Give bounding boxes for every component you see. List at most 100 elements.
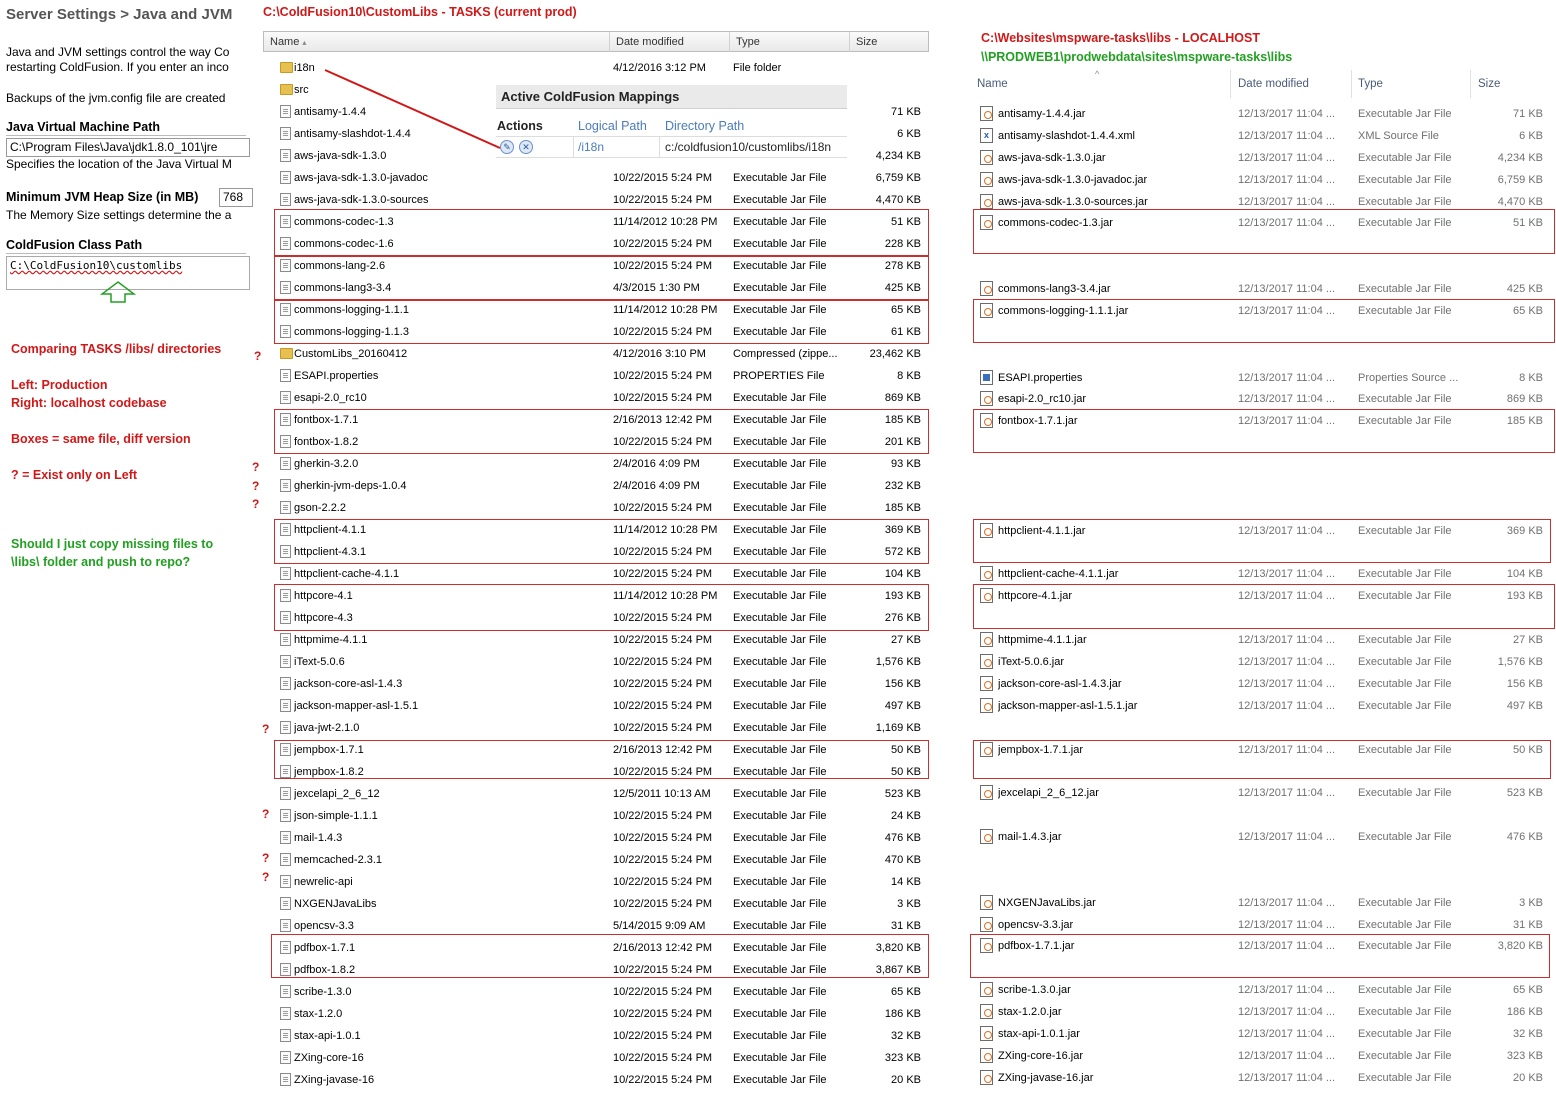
file-name: jexcelapi_2_6_12.jar	[998, 787, 1099, 800]
left-file-row[interactable]: jexcelapi_2_6_12 12/5/2011 10:13 AM Execut…	[276, 784, 926, 804]
column-header-date[interactable]: Date modified	[1238, 78, 1309, 90]
divider	[659, 137, 660, 157]
left-file-row[interactable]: memcached-2.3.1 10/22/2015 5:24 PM Executa…	[276, 850, 926, 870]
right-file-row[interactable]: stax-api-1.0.1.jar 12/13/2017 11:04 ... Ex…	[978, 1024, 1548, 1044]
file-icon	[280, 809, 291, 822]
right-file-row[interactable]: NXGENJavaLibs.jar 12/13/2017 11:04 ... Exe…	[978, 893, 1548, 913]
column-header-date[interactable]: Date modified	[609, 32, 729, 52]
left-file-row[interactable]: newrelic-api 10/22/2015 5:24 PM Executable…	[276, 872, 926, 892]
file-type: Executable Jar File	[733, 788, 827, 800]
file-size: 869 KB	[884, 392, 921, 404]
x-icon[interactable]: ✕	[519, 140, 533, 154]
file-type: Executable Jar File	[1358, 634, 1452, 647]
right-file-row[interactable]: ZXing-javase-16.jar 12/13/2017 11:04 ... E…	[978, 1068, 1548, 1088]
cf-col-directory-path[interactable]: Directory Path	[665, 117, 744, 135]
left-file-row[interactable]: stax-1.2.0 10/22/2015 5:24 PM Executable J…	[276, 1004, 926, 1024]
left-file-row[interactable]: iText-5.0.6 10/22/2015 5:24 PM Executable …	[276, 652, 926, 672]
right-file-row[interactable]: ESAPI.properties 12/13/2017 11:04 ... Prop…	[978, 368, 1548, 388]
right-file-row[interactable]: stax-1.2.0.jar 12/13/2017 11:04 ... Execut…	[978, 1002, 1548, 1022]
file-date: 10/22/2015 5:24 PM	[613, 370, 713, 382]
file-name: ZXing-javase-16	[294, 1074, 375, 1086]
file-type: Executable Jar File	[1358, 173, 1452, 186]
right-file-row[interactable]: ZXing-core-16.jar 12/13/2017 11:04 ... Exe…	[978, 1046, 1548, 1066]
column-header-type[interactable]: Type	[1358, 78, 1383, 90]
left-file-row[interactable]: mail-1.4.3 10/22/2015 5:24 PM Executable J…	[276, 828, 926, 848]
file-size: 1,576 KB	[1497, 656, 1543, 668]
right-file-row[interactable]: commons-lang3-3.4.jar 12/13/2017 11:04 ..…	[978, 279, 1548, 299]
file-size: 425 KB	[1506, 283, 1543, 296]
column-header-size[interactable]: Size	[849, 32, 929, 52]
left-file-row[interactable]: ESAPI.properties 10/22/2015 5:24 PM PROPER…	[276, 366, 926, 386]
cf-col-logical-path[interactable]: Logical Path	[578, 117, 647, 135]
right-file-row[interactable]: jackson-core-asl-1.4.3.jar 12/13/2017 11:…	[978, 674, 1548, 694]
file-size: 3 KB	[897, 898, 921, 910]
file-type: Executable Jar File	[1358, 787, 1452, 800]
left-file-row[interactable]: aws-java-sdk-1.3.0-sources 10/22/2015 5:2…	[276, 190, 926, 210]
left-file-row[interactable]: gson-2.2.2 10/22/2015 5:24 PM Executable J…	[276, 498, 926, 518]
right-file-row[interactable]: iText-5.0.6.jar 12/13/2017 11:04 ... Execu…	[978, 652, 1548, 672]
file-type: Executable Jar File	[1358, 393, 1452, 406]
jvm-path-input[interactable]: C:\Program Files\Java\jdk1.8.0_101\jre	[6, 138, 250, 157]
left-file-row[interactable]: CustomLibs_20160412 4/12/2016 3:10 PM Comp…	[276, 344, 926, 364]
file-size: 523 KB	[1506, 787, 1543, 800]
left-file-row[interactable]: httpclient-cache-4.1.1 10/22/2015 5:24 PM…	[276, 564, 926, 584]
right-file-row[interactable]: jexcelapi_2_6_12.jar 12/13/2017 11:04 ...…	[978, 783, 1548, 803]
right-file-row[interactable]: httpmime-4.1.1.jar 12/13/2017 11:04 ... Ex…	[978, 630, 1548, 650]
left-file-row[interactable]: json-simple-1.1.1 10/22/2015 5:24 PM Execu…	[276, 806, 926, 826]
file-type: Executable Jar File	[733, 854, 827, 866]
column-header-size[interactable]: Size	[1478, 78, 1500, 90]
file-icon	[280, 457, 291, 470]
file-size: 186 KB	[1506, 1006, 1543, 1019]
file-type: Executable Jar File	[1358, 656, 1452, 668]
left-file-row[interactable]: aws-java-sdk-1.3.0-javadoc 10/22/2015 5:2…	[276, 168, 926, 188]
version-diff-box	[274, 299, 929, 344]
left-file-row[interactable]: jackson-core-asl-1.4.3 10/22/2015 5:24 PM…	[276, 674, 926, 694]
left-file-row[interactable]: opencsv-3.3 5/14/2015 9:09 AM Executable J…	[276, 916, 926, 936]
version-diff-box	[274, 209, 929, 256]
left-file-row[interactable]: ZXing-core-16 10/22/2015 5:24 PM Executabl…	[276, 1048, 926, 1068]
file-date: 4/12/2016 3:12 PM	[613, 62, 706, 74]
file-date: 12/13/2017 11:04 ...	[1238, 787, 1336, 800]
file-date: 12/13/2017 11:04 ...	[1238, 129, 1336, 142]
file-name: esapi-2.0_rc10.jar	[998, 393, 1087, 406]
file-date: 12/13/2017 11:04 ...	[1238, 108, 1336, 120]
right-file-row[interactable]: aws-java-sdk-1.3.0-javadoc.jar 12/13/2017…	[978, 170, 1548, 190]
left-file-row[interactable]: httpmime-4.1.1 10/22/2015 5:24 PM Executab…	[276, 630, 926, 650]
file-icon	[280, 171, 291, 184]
right-file-row[interactable]: esapi-2.0_rc10.jar 12/13/2017 11:04 ... Ex…	[978, 389, 1548, 409]
file-type: Executable Jar File	[733, 678, 827, 690]
right-file-row[interactable]: scribe-1.3.0.jar 12/13/2017 11:04 ... Exec…	[978, 980, 1548, 1000]
left-file-row[interactable]: esapi-2.0_rc10 10/22/2015 5:24 PM Executab…	[276, 388, 926, 408]
right-file-row[interactable]: opencsv-3.3.jar 12/13/2017 11:04 ... Execu…	[978, 915, 1548, 935]
file-size: 1,169 KB	[875, 722, 921, 734]
column-header-name[interactable]: Name ▴	[264, 32, 610, 52]
right-file-row[interactable]: aws-java-sdk-1.3.0.jar 12/13/2017 11:04 .…	[978, 148, 1548, 168]
file-type: Compressed (zippe...	[733, 348, 838, 360]
right-file-row[interactable]: antisamy-1.4.4.jar 12/13/2017 11:04 ... Ex…	[978, 104, 1548, 124]
left-file-row[interactable]: jackson-mapper-asl-1.5.1 10/22/2015 5:24 …	[276, 696, 926, 716]
file-date: 12/5/2011 10:13 AM	[613, 788, 711, 800]
column-header-type[interactable]: Type	[729, 32, 849, 52]
file-name: iText-5.0.6.jar	[998, 656, 1065, 668]
left-file-row[interactable]: NXGENJavaLibs 10/22/2015 5:24 PM Executabl…	[276, 894, 926, 914]
right-file-row[interactable]: x antisamy-slashdot-1.4.4.xml 12/13/2017 1…	[978, 126, 1548, 146]
file-name: stax-1.2.0.jar	[998, 1006, 1062, 1019]
version-diff-box	[274, 256, 929, 301]
right-file-row[interactable]: mail-1.4.3.jar 12/13/2017 11:04 ... Execut…	[978, 827, 1548, 847]
column-header-name[interactable]: Name	[977, 78, 1008, 90]
file-type: Executable Jar File	[1358, 699, 1452, 712]
jar-icon	[980, 1047, 993, 1063]
right-file-row[interactable]: httpclient-cache-4.1.1.jar 12/13/2017 11:…	[978, 564, 1548, 584]
left-file-row[interactable]: gherkin-jvm-deps-1.0.4 2/4/2016 4:09 PM Ex…	[276, 476, 926, 496]
left-file-row[interactable]: scribe-1.3.0 10/22/2015 5:24 PM Executable…	[276, 982, 926, 1002]
left-file-row[interactable]: ZXing-javase-16 10/22/2015 5:24 PM Executa…	[276, 1070, 926, 1090]
file-size: 32 KB	[891, 1030, 921, 1042]
file-size: 8 KB	[1519, 371, 1543, 384]
file-name: opencsv-3.3	[294, 920, 354, 932]
file-name: esapi-2.0_rc10	[294, 392, 367, 404]
left-file-row[interactable]: stax-api-1.0.1 10/22/2015 5:24 PM Executab…	[276, 1026, 926, 1046]
left-file-row[interactable]: gherkin-3.2.0 2/4/2016 4:09 PM Executable …	[276, 454, 926, 474]
right-file-row[interactable]: jackson-mapper-asl-1.5.1.jar 12/13/2017 1…	[978, 696, 1548, 716]
heap-size-input[interactable]: 768	[219, 188, 253, 207]
left-file-row[interactable]: java-jwt-2.1.0 10/22/2015 5:24 PM Executab…	[276, 718, 926, 738]
